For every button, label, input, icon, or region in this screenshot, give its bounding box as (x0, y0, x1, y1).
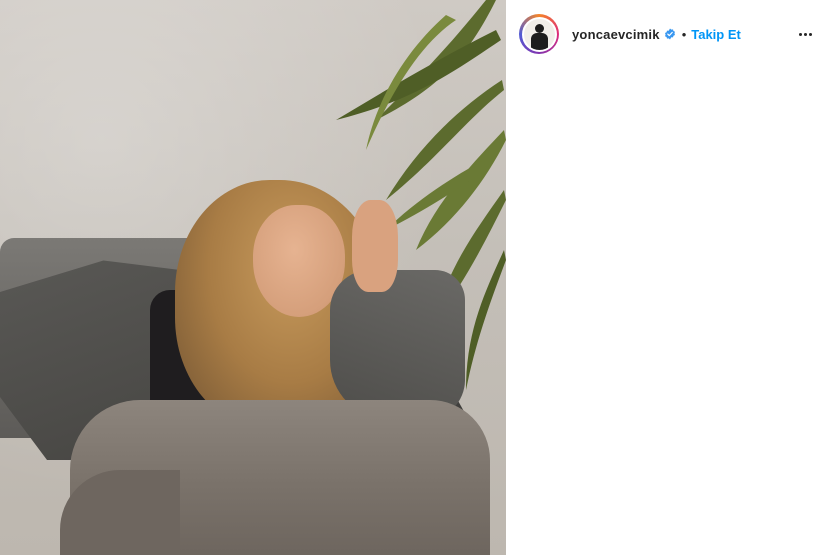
sleeve (330, 270, 465, 420)
more-dot (803, 32, 807, 36)
more-options-icon[interactable] (795, 24, 815, 44)
username-link[interactable]: yoncaevcimik (572, 27, 660, 42)
hand (352, 200, 398, 292)
avatar-head (534, 23, 544, 33)
post-header: yoncaevcimik • Takip Et (506, 0, 823, 68)
avatar-body (530, 32, 548, 50)
more-dot (798, 32, 802, 36)
instagram-post: yoncaevcimik • Takip Et (0, 0, 823, 555)
avatar-frame (521, 16, 557, 52)
avatar (523, 18, 555, 50)
separator-dot: • (681, 26, 687, 42)
more-dot (808, 32, 812, 36)
verified-badge-icon (664, 28, 675, 40)
follow-button[interactable]: Takip Et (691, 27, 741, 42)
story-ring[interactable] (519, 14, 559, 54)
post-photo[interactable] (0, 0, 506, 555)
